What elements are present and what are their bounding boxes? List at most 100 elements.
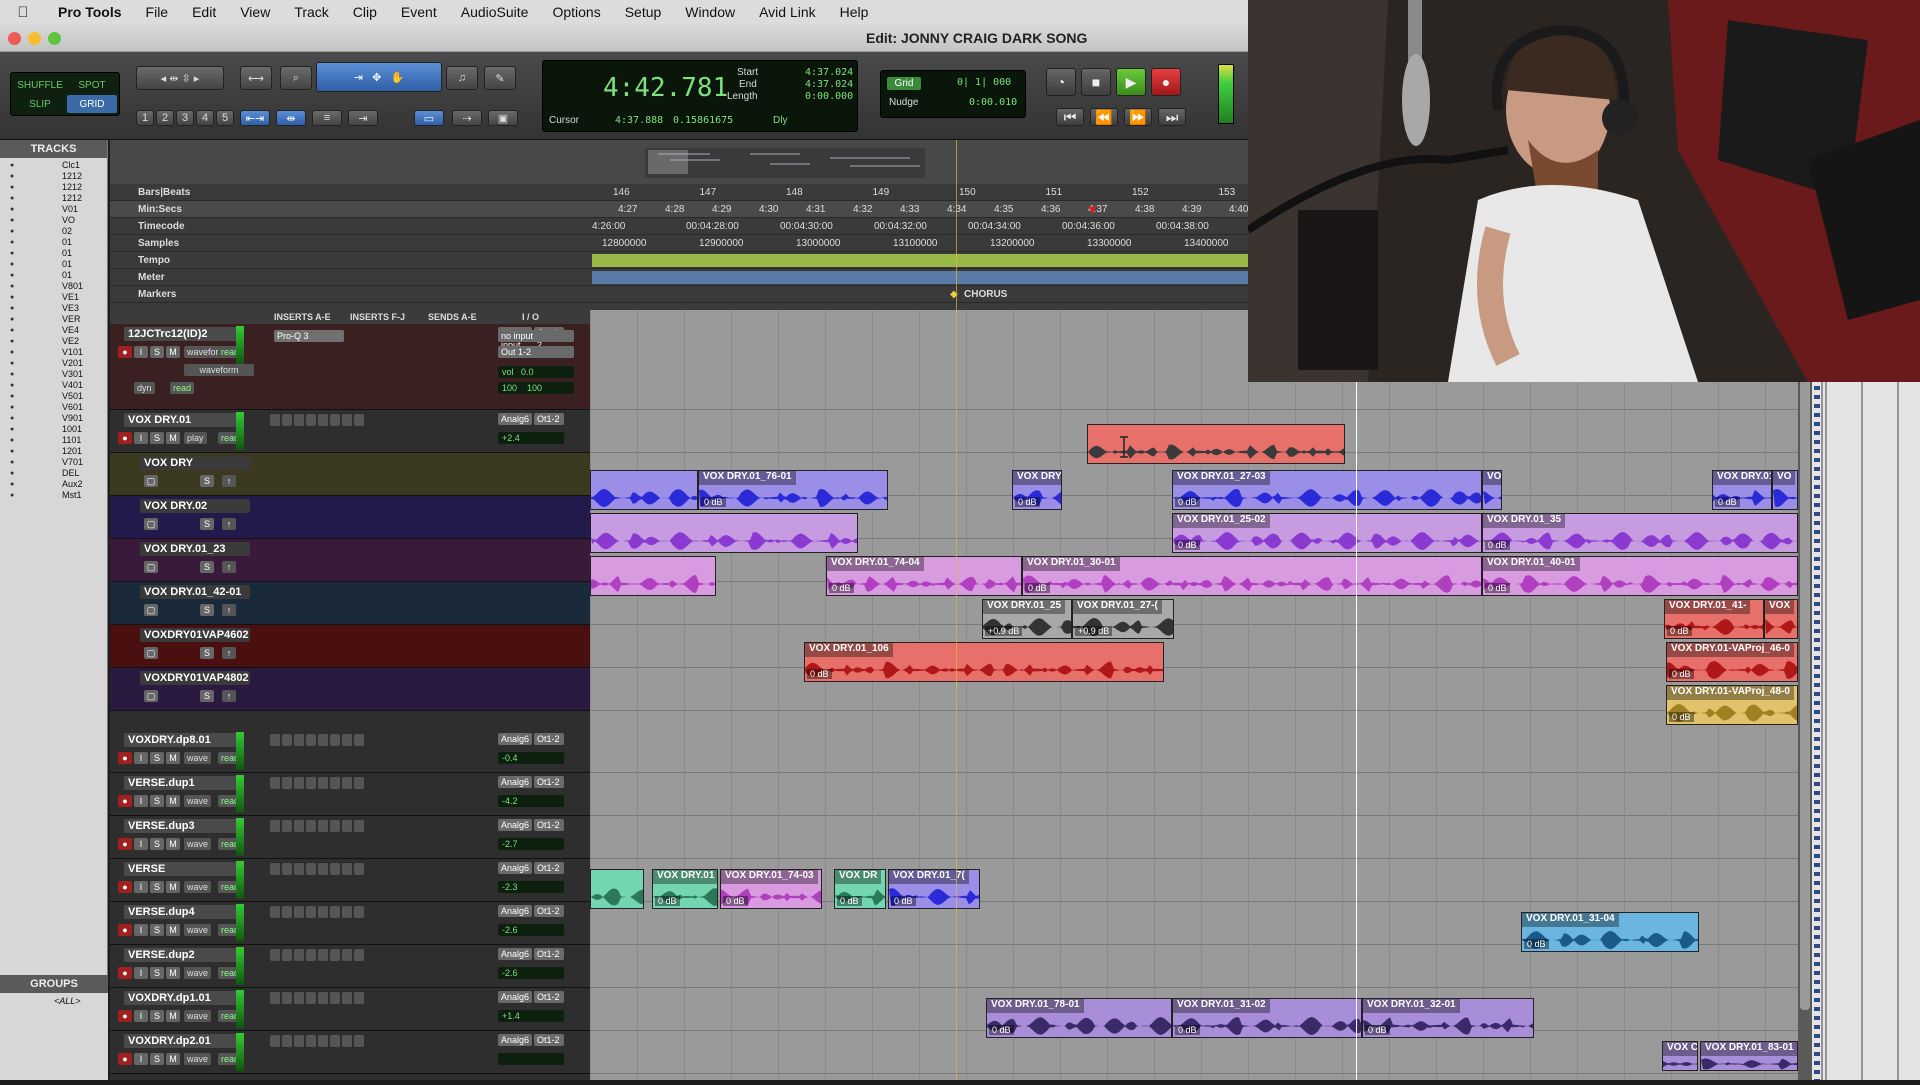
close-window-button[interactable] [8,32,21,45]
insert-slot[interactable] [282,1035,292,1047]
mute-button[interactable]: M [166,967,180,979]
insert-slot[interactable] [354,949,364,961]
track-name[interactable]: VOX DRY.01 [124,413,244,427]
mute-button[interactable]: M [166,1053,180,1065]
input-selector[interactable]: Analg6 [498,733,532,745]
track-name[interactable]: VERSE [124,862,244,876]
insert-slot[interactable] [330,820,340,832]
shuffle-mode-button[interactable]: SHUFFLE [15,76,65,94]
solo-button[interactable]: S [150,967,164,979]
clip-gain[interactable]: 0 dB [723,896,748,906]
copy-to-main-button[interactable]: ↑ [222,690,236,702]
insert-slot[interactable] [354,820,364,832]
insert-slot[interactable] [294,906,304,918]
insert-slot[interactable] [306,863,316,875]
volume-value[interactable]: vol 0.0 [498,366,574,378]
solo-button[interactable]: S [150,881,164,893]
mute-button[interactable]: M [166,752,180,764]
track-list-item[interactable]: 02 [2,226,107,237]
insert-slot[interactable] [270,777,280,789]
mute-button[interactable]: M [166,838,180,850]
length-value[interactable]: 0:00.000 [805,91,853,102]
clip-gain[interactable]: 0 dB [1175,497,1200,507]
zoom-window-button[interactable] [48,32,61,45]
track-list-item[interactable]: 1212 [2,171,107,182]
clip-gain[interactable]: 0 dB [655,896,680,906]
main-counter-value[interactable]: 4:42.781 [603,73,728,103]
playlist-name[interactable]: VOX DRY.01_42-01 [140,585,250,599]
mirror-midi-icon[interactable]: ⇢ [452,110,482,126]
input-selector[interactable]: Analg6 [498,776,532,788]
nudge-value[interactable]: 0:00.010 [969,97,1017,108]
audio-clip[interactable]: VOX DRY.01_32-01 0 dB [1362,998,1534,1038]
solo-button[interactable]: S [150,795,164,807]
copy-to-main-button[interactable]: ↑ [222,604,236,616]
insert-slot[interactable] [270,820,280,832]
insert-slot[interactable] [294,777,304,789]
trim-tool-icon[interactable]: ⟷ [240,66,272,90]
playlist-solo-button[interactable]: S [200,561,214,573]
track-list-item[interactable]: VE4 [2,325,107,336]
record-enable-button[interactable]: ● [118,795,132,807]
zoom-preset-4[interactable]: 4 [196,110,214,126]
slip-mode-button[interactable]: SLIP [15,95,65,113]
insert-slot[interactable] [330,734,340,746]
insert-slot[interactable] [342,414,352,426]
playlist-target-button[interactable]: ▢ [144,690,158,702]
menu-edit[interactable]: Edit [180,4,228,20]
start-value[interactable]: 4:37.024 [805,67,853,78]
track-list-item[interactable]: 1001 [2,424,107,435]
insert-slot[interactable] [306,949,316,961]
grid-value[interactable]: 0| 1| 000 [957,77,1011,88]
insert-slot[interactable] [318,992,328,1004]
volume-value[interactable]: -0.4 [498,752,564,764]
insert-slot[interactable] [270,414,280,426]
playlist-target-button[interactable]: ▢ [144,561,158,573]
record-enable-button[interactable]: ● [118,1053,132,1065]
insert-slot[interactable] [342,820,352,832]
insert-slot[interactable] [294,1035,304,1047]
clip-gain[interactable]: 0 dB [891,896,916,906]
volume-value[interactable]: -2.6 [498,924,564,936]
clip-gain[interactable]: 0 dB [989,1025,1014,1035]
audio-clip[interactable]: VOX DRY.01-VAProj_48-0 0 dB [1666,685,1798,725]
playlist-target-button[interactable]: ▢ [144,518,158,530]
zoom-preset-3[interactable]: 3 [176,110,194,126]
input-monitor-button[interactable]: I [134,924,148,936]
track-list-item[interactable]: 01 [2,248,107,259]
input-monitor-button[interactable]: I [134,881,148,893]
track-name[interactable]: VOXDRY.dp1.01 [124,991,244,1005]
track-view-selector[interactable]: play [184,432,207,444]
audio-clip[interactable]: VOX DRY.01_25 +0.9 dB [982,599,1072,639]
samples-ruler[interactable]: Samples 12800000 12900000 13000000 13100000 1… [110,235,1248,252]
track-view-selector[interactable]: wave [184,752,212,764]
solo-button[interactable]: S [150,752,164,764]
audio-clip[interactable]: VO [1772,470,1798,510]
audio-clip[interactable]: VOX DRY.01_83-01 [1700,1041,1798,1071]
scrubber-tool-icon[interactable]: ♫ [446,66,478,90]
input-monitor-button[interactable]: I [134,752,148,764]
vertical-scrollbar[interactable] [1798,310,1812,1080]
minimize-window-button[interactable] [28,32,41,45]
insert-slot[interactable] [330,863,340,875]
playlist-target-button[interactable]: ▢ [144,604,158,616]
playlist-solo-button[interactable]: S [200,518,214,530]
output-selector[interactable]: Ot1-2 [534,819,564,831]
copy-to-main-button[interactable]: ↑ [222,475,236,487]
track-list-item[interactable]: Mst1 [2,490,107,501]
input-selector[interactable]: Analg6 [498,948,532,960]
insert-slot[interactable] [318,734,328,746]
playlist-target-button[interactable]: ▢ [144,647,158,659]
insert-slot[interactable] [282,777,292,789]
input-monitor-button[interactable]: I [134,346,148,358]
delay-label[interactable]: Dly [773,115,787,126]
clip-gain[interactable]: 0 dB [1715,497,1740,507]
track-list-item[interactable]: V601 [2,402,107,413]
app-menu[interactable]: Pro Tools [46,4,134,20]
insert-slot[interactable] [330,777,340,789]
audio-clip[interactable]: VO [1482,470,1502,510]
online-icon[interactable]: ◔ [1046,68,1076,96]
clip-gain[interactable]: 0 dB [1485,583,1510,593]
record-enable-button[interactable]: ● [118,838,132,850]
track-list-item[interactable]: V901 [2,413,107,424]
